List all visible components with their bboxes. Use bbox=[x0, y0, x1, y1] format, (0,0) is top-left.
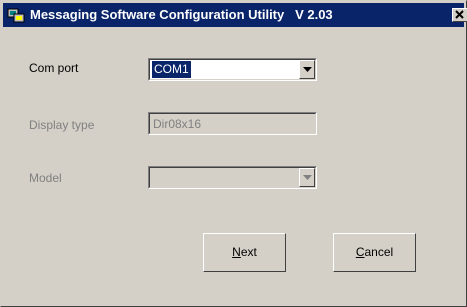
display-type-value: Dir08x16 bbox=[153, 117, 202, 131]
model-select bbox=[148, 166, 317, 189]
model-label: Model bbox=[29, 171, 62, 185]
cancel-label: ancel bbox=[364, 245, 394, 259]
com-port-dropdown-button[interactable] bbox=[299, 60, 315, 79]
title-bar[interactable]: Messaging Software Configuration Utility… bbox=[3, 3, 467, 27]
app-icon bbox=[7, 8, 25, 23]
next-button[interactable]: Next bbox=[203, 233, 286, 272]
chevron-down-icon bbox=[303, 175, 312, 180]
close-button[interactable] bbox=[452, 8, 467, 22]
chevron-down-icon bbox=[303, 67, 312, 72]
cancel-button[interactable]: Cancel bbox=[333, 233, 416, 272]
close-icon bbox=[455, 10, 464, 19]
config-dialog: Messaging Software Configuration Utility… bbox=[0, 0, 467, 307]
next-accelerator: N bbox=[232, 245, 241, 259]
display-type-label: Display type bbox=[29, 118, 95, 132]
com-port-value: COM1 bbox=[152, 61, 191, 78]
com-port-label: Com port bbox=[29, 61, 79, 75]
model-dropdown-button bbox=[299, 168, 315, 187]
window-title: Messaging Software Configuration Utility… bbox=[30, 7, 333, 22]
next-label: ext bbox=[240, 245, 257, 259]
com-port-select[interactable]: COM1 bbox=[148, 58, 317, 81]
display-type-field: Dir08x16 bbox=[148, 112, 317, 135]
